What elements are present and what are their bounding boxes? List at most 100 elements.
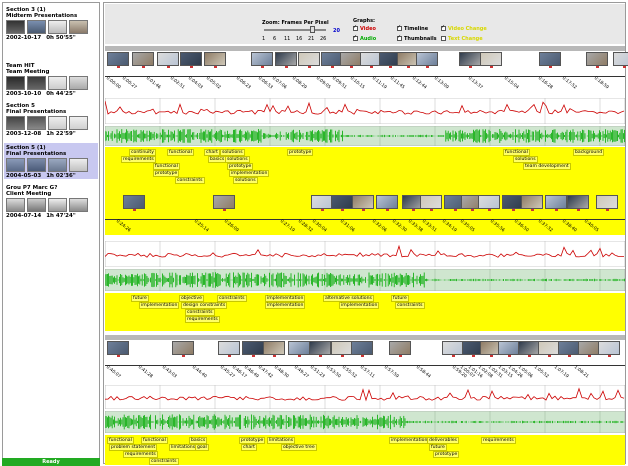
video-thumbnail[interactable]: [123, 195, 145, 211]
video-thumbnail[interactable]: [558, 341, 580, 357]
video-thumbnail[interactable]: [586, 52, 608, 68]
video-thumbnail[interactable]: [157, 52, 179, 68]
video-thumbnail[interactable]: [132, 52, 154, 68]
video-thumbnail[interactable]: [478, 195, 500, 211]
topic-word[interactable]: alternative solutions: [323, 295, 374, 302]
topic-word[interactable]: solutions: [513, 156, 538, 163]
session-item[interactable]: Section 3 (1) Midterm Presentations 2002…: [4, 5, 98, 41]
checkbox-box[interactable]: [353, 24, 358, 31]
topic-word[interactable]: continuity: [129, 149, 156, 156]
topic-word[interactable]: solutions: [220, 149, 245, 156]
video-thumbnail[interactable]: [172, 341, 194, 357]
video-thumbnail[interactable]: [480, 52, 502, 68]
topic-word[interactable]: requirements: [121, 156, 156, 163]
checkbox-box[interactable]: [397, 34, 402, 41]
video-thumbnail[interactable]: [567, 195, 589, 211]
video-checkbox[interactable]: Video: [353, 24, 376, 32]
topic-word[interactable]: constraints: [175, 177, 205, 184]
topic-word[interactable]: functional: [141, 437, 168, 444]
topic-word[interactable]: basics: [208, 156, 227, 163]
topic-word[interactable]: requirements: [123, 451, 158, 458]
video-thumbnail[interactable]: [459, 52, 481, 68]
video-thumbnail[interactable]: [521, 195, 543, 211]
topic-word[interactable]: constraints: [217, 295, 247, 302]
video-thumbnail[interactable]: [275, 52, 297, 68]
topic-word[interactable]: chart: [241, 444, 257, 451]
video-thumbnail[interactable]: [242, 341, 264, 357]
session-item[interactable]: Team HIT Team Meeting 2003-10-10 0h 44'25…: [4, 61, 98, 97]
topic-word[interactable]: constraints: [185, 309, 215, 316]
session-item[interactable]: Section 5 Final Presentations 2003-12-08…: [4, 101, 98, 137]
topic-word[interactable]: prototype: [239, 437, 266, 444]
topic-word[interactable]: future: [131, 295, 149, 302]
audio-checkbox[interactable]: Audio: [353, 34, 376, 42]
topic-word[interactable]: prototype: [287, 149, 314, 156]
topic-word[interactable]: constraints: [149, 458, 179, 465]
video-thumbnail[interactable]: [416, 52, 438, 68]
video-change-checkbox[interactable]: Video Change: [441, 24, 487, 32]
topic-word[interactable]: constraints: [395, 302, 425, 309]
topic-word[interactable]: implementation: [265, 302, 306, 309]
topic-word[interactable]: prototype: [433, 451, 460, 458]
timeline-checkbox[interactable]: Timeline: [397, 24, 428, 32]
video-thumbnail[interactable]: [340, 52, 362, 68]
video-thumbnail[interactable]: [288, 341, 310, 357]
topic-word[interactable]: solutions: [225, 156, 250, 163]
topic-word[interactable]: limitations: [267, 437, 296, 444]
topic-word[interactable]: prototype: [153, 170, 180, 177]
topic-word[interactable]: implementation: [229, 170, 270, 177]
video-thumbnail[interactable]: [311, 195, 333, 211]
topic-word[interactable]: limitations: [169, 444, 198, 451]
video-thumbnail[interactable]: [218, 341, 240, 357]
video-thumbnail[interactable]: [213, 195, 235, 211]
session-item-selected[interactable]: Section 5 (1) Final Presentations 2004-0…: [4, 143, 98, 179]
topic-word[interactable]: design constraints: [181, 302, 228, 309]
text-change-checkbox[interactable]: Text Change: [441, 36, 483, 42]
topic-word[interactable]: requirements: [185, 316, 220, 323]
video-thumbnail[interactable]: [180, 52, 202, 68]
checkbox-box[interactable]: [441, 24, 446, 31]
topic-word[interactable]: functional: [153, 163, 180, 170]
topic-word[interactable]: objective: [179, 295, 204, 302]
video-thumbnail[interactable]: [352, 195, 374, 211]
topic-word[interactable]: functional: [167, 149, 194, 156]
zoom-slider-handle[interactable]: [310, 26, 316, 33]
checkbox-box[interactable]: [441, 36, 446, 41]
checkbox-box[interactable]: [397, 24, 402, 31]
checkbox-box[interactable]: [353, 34, 358, 41]
video-thumbnail[interactable]: [518, 341, 540, 357]
video-thumbnail[interactable]: [351, 341, 373, 357]
video-thumbnail[interactable]: [613, 52, 628, 68]
video-thumbnail[interactable]: [538, 341, 560, 357]
video-thumbnail[interactable]: [204, 52, 226, 68]
video-thumbnail[interactable]: [263, 341, 285, 357]
topic-word[interactable]: requirements: [481, 437, 516, 444]
video-thumbnail[interactable]: [545, 195, 567, 211]
video-thumbnail[interactable]: [331, 195, 353, 211]
video-thumbnail[interactable]: [598, 341, 620, 357]
topic-word[interactable]: basics: [189, 437, 208, 444]
topic-word[interactable]: functional: [503, 149, 530, 156]
topic-word[interactable]: deliverables: [427, 437, 459, 444]
video-thumbnail[interactable]: [596, 195, 618, 211]
video-thumbnail[interactable]: [309, 341, 331, 357]
video-thumbnail[interactable]: [298, 52, 320, 68]
topic-word[interactable]: objective tree: [281, 444, 317, 451]
topic-word[interactable]: chart: [204, 149, 220, 156]
video-thumbnail[interactable]: [389, 341, 411, 357]
zoom-slider-track[interactable]: [264, 29, 326, 31]
video-thumbnail[interactable]: [420, 195, 442, 211]
topic-word[interactable]: background: [573, 149, 605, 156]
topic-word[interactable]: solutions: [233, 177, 258, 184]
topic-word[interactable]: implementation: [139, 302, 180, 309]
topic-word[interactable]: goal: [195, 444, 209, 451]
video-thumbnail[interactable]: [107, 341, 129, 357]
video-thumbnail[interactable]: [251, 52, 273, 68]
topic-word[interactable]: implementation: [265, 295, 306, 302]
topic-word[interactable]: team development: [523, 163, 571, 170]
video-thumbnail[interactable]: [498, 341, 520, 357]
topic-word[interactable]: problem statement: [109, 444, 158, 451]
topic-word[interactable]: future: [429, 444, 447, 451]
video-thumbnail[interactable]: [539, 52, 561, 68]
video-thumbnail[interactable]: [331, 341, 353, 357]
